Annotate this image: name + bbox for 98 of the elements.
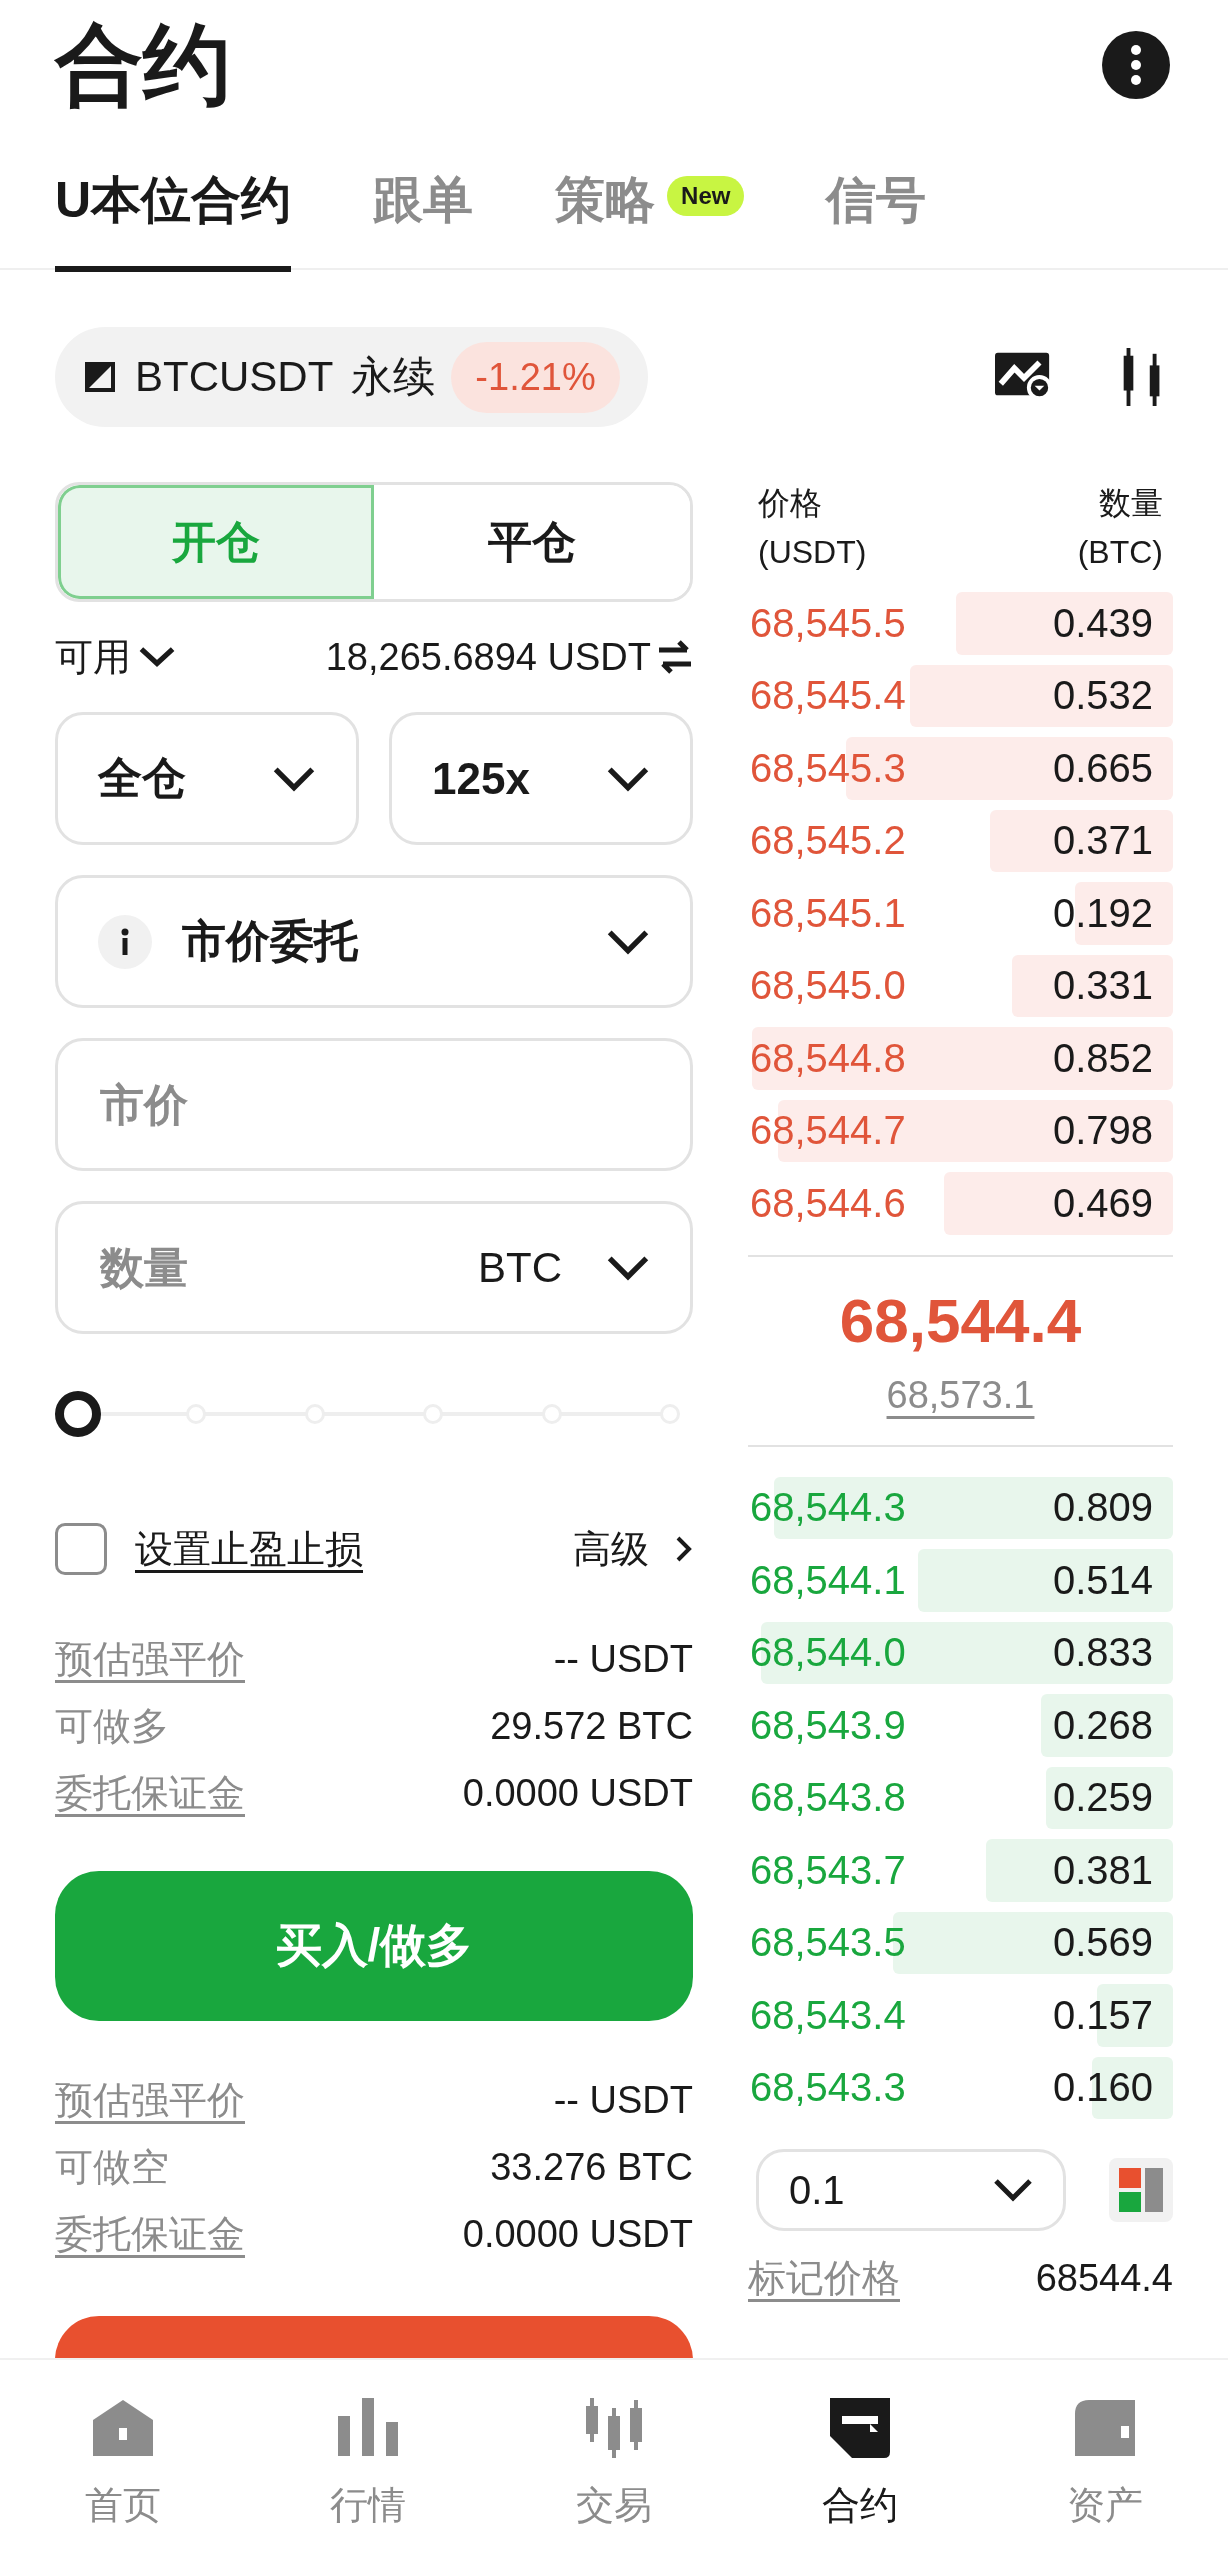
ask-quantity: 0.331	[1052, 963, 1153, 1009]
page-title: 合约	[55, 21, 231, 109]
mark-price[interactable]: 68,573.1	[886, 1373, 1035, 1417]
position-tab[interactable]: 开仓	[58, 485, 374, 599]
bid-quantity: 0.160	[1052, 2065, 1153, 2111]
info-value: -- USDT	[553, 2079, 693, 2122]
order-type-select[interactable]: 市价委托	[55, 875, 693, 1008]
nav-item[interactable]: 行情	[288, 2397, 449, 2531]
chevron-down-icon[interactable]	[993, 2177, 1033, 2203]
change-badge: -1.21%	[451, 341, 620, 413]
candlestick-icon	[584, 2397, 644, 2458]
bid-quantity: 0.157	[1052, 1992, 1153, 2038]
ask-price[interactable]: 68,545.3	[750, 745, 906, 791]
info-value: 0.0000 USDT	[462, 2213, 693, 2256]
available-balance: 18,265.6894 USDT	[325, 635, 651, 679]
bar-chart-icon	[338, 2397, 399, 2458]
ask-quantity: 0.852	[1052, 1035, 1153, 1081]
ask-price[interactable]: 68,545.2	[750, 818, 906, 864]
info-value: 33.276 BTC	[490, 2146, 693, 2189]
info-value: 0.0000 USDT	[462, 1772, 693, 1815]
column-unit: (USDT)	[758, 534, 867, 571]
price-input[interactable]: 市价	[98, 1078, 650, 1131]
chevron-down-icon[interactable]	[606, 927, 650, 956]
ask-price[interactable]: 68,544.7	[750, 1108, 906, 1154]
wallet-icon	[1075, 2397, 1136, 2458]
ask-quantity: 0.532	[1052, 673, 1153, 719]
column-header: 数量	[1099, 484, 1163, 523]
swap-icon[interactable]	[657, 640, 693, 674]
nav-item[interactable]: 首页	[42, 2397, 203, 2531]
last-price: 68,544.4	[839, 1284, 1082, 1356]
layout-icon[interactable]	[1109, 2158, 1173, 2222]
symbol-selector[interactable]: BTCUSDT 永续 -1.21%	[55, 327, 648, 427]
ask-price[interactable]: 68,545.1	[750, 890, 906, 936]
available-dropdown[interactable]: 可用	[55, 631, 177, 683]
bid-quantity: 0.809	[1052, 1485, 1153, 1531]
nav-item[interactable]: 合约	[779, 2397, 940, 2531]
precision-select[interactable]: 0.1	[756, 2149, 1066, 2231]
ask-price[interactable]: 68,545.0	[750, 963, 906, 1009]
checkbox[interactable]	[55, 1523, 107, 1575]
advanced-link[interactable]: 高级	[573, 1523, 649, 1575]
leverage-select[interactable]: 125x	[389, 712, 693, 845]
ask-quantity: 0.469	[1052, 1180, 1153, 1226]
margin-mode-select[interactable]: 全仓	[55, 712, 359, 845]
chevron-down-icon[interactable]	[272, 764, 316, 793]
contract-icon	[829, 2397, 890, 2458]
ask-price[interactable]: 68,544.8	[750, 1035, 906, 1081]
info-value: 29.572 BTC	[490, 1705, 693, 1748]
tab[interactable]: U本位合约	[55, 126, 292, 272]
ask-price[interactable]: 68,545.5	[750, 600, 906, 646]
bid-price[interactable]: 68,543.8	[750, 1775, 906, 1821]
nav-item[interactable]: 交易	[534, 2397, 694, 2531]
nav-item[interactable]: 资产	[1025, 2397, 1186, 2531]
chevron-down-icon[interactable]	[606, 764, 650, 793]
ask-quantity: 0.798	[1052, 1108, 1153, 1154]
info-label: 委托保证金	[55, 1771, 245, 1816]
more-icon[interactable]	[1102, 31, 1170, 99]
ask-quantity: 0.439	[1052, 600, 1153, 646]
bid-quantity: 0.268	[1052, 1702, 1153, 1748]
tab[interactable]: 跟单	[373, 126, 474, 272]
bid-quantity: 0.833	[1052, 1630, 1153, 1676]
price-field[interactable]: 市价	[55, 1038, 693, 1171]
stat-label: 标记价格	[748, 2255, 900, 2301]
info-label: 可做多	[55, 1704, 169, 1749]
bid-quantity: 0.514	[1052, 1557, 1153, 1603]
bid-price[interactable]: 68,543.4	[750, 1992, 906, 2038]
bid-price[interactable]: 68,544.3	[750, 1485, 906, 1531]
info-label: 委托保证金	[55, 2212, 245, 2257]
bid-price[interactable]: 68,543.9	[750, 1702, 906, 1748]
chevron-down-icon[interactable]	[606, 1253, 650, 1282]
bid-quantity: 0.569	[1052, 1920, 1153, 1966]
column-header: 价格	[758, 484, 823, 523]
bid-price[interactable]: 68,544.1	[750, 1557, 906, 1603]
bid-quantity: 0.381	[1052, 1847, 1153, 1893]
chevron-right-icon[interactable]	[675, 1535, 693, 1563]
info-icon[interactable]	[98, 914, 152, 969]
tp-sl-label[interactable]: 设置止盈止损	[135, 1523, 363, 1575]
ask-price[interactable]: 68,544.6	[750, 1180, 906, 1226]
ask-price[interactable]: 68,545.4	[750, 673, 906, 719]
new-badge: New	[667, 176, 745, 216]
bid-quantity: 0.259	[1052, 1775, 1153, 1821]
info-label: 预估强平价	[55, 1637, 245, 1682]
home-icon	[92, 2397, 153, 2458]
ask-quantity: 0.665	[1052, 745, 1153, 791]
tab[interactable]: 信号	[826, 126, 927, 272]
tab[interactable]: 策略	[555, 126, 656, 272]
column-unit: (BTC)	[1077, 534, 1163, 571]
unit-label[interactable]: BTC	[478, 1243, 562, 1292]
bid-price[interactable]: 68,543.3	[750, 2065, 906, 2111]
ask-quantity: 0.192	[1052, 890, 1153, 936]
info-value: -- USDT	[553, 1638, 693, 1681]
info-label: 预估强平价	[55, 2078, 245, 2123]
ask-quantity: 0.371	[1052, 818, 1153, 864]
stat-value: 68544.4	[1035, 2256, 1173, 2300]
info-label: 可做空	[55, 2145, 169, 2190]
bid-price[interactable]: 68,543.5	[750, 1920, 906, 1966]
buy-long-button[interactable]: 买入/做多	[55, 1871, 693, 2021]
bid-price[interactable]: 68,543.7	[750, 1847, 906, 1893]
bid-price[interactable]: 68,544.0	[750, 1630, 906, 1676]
